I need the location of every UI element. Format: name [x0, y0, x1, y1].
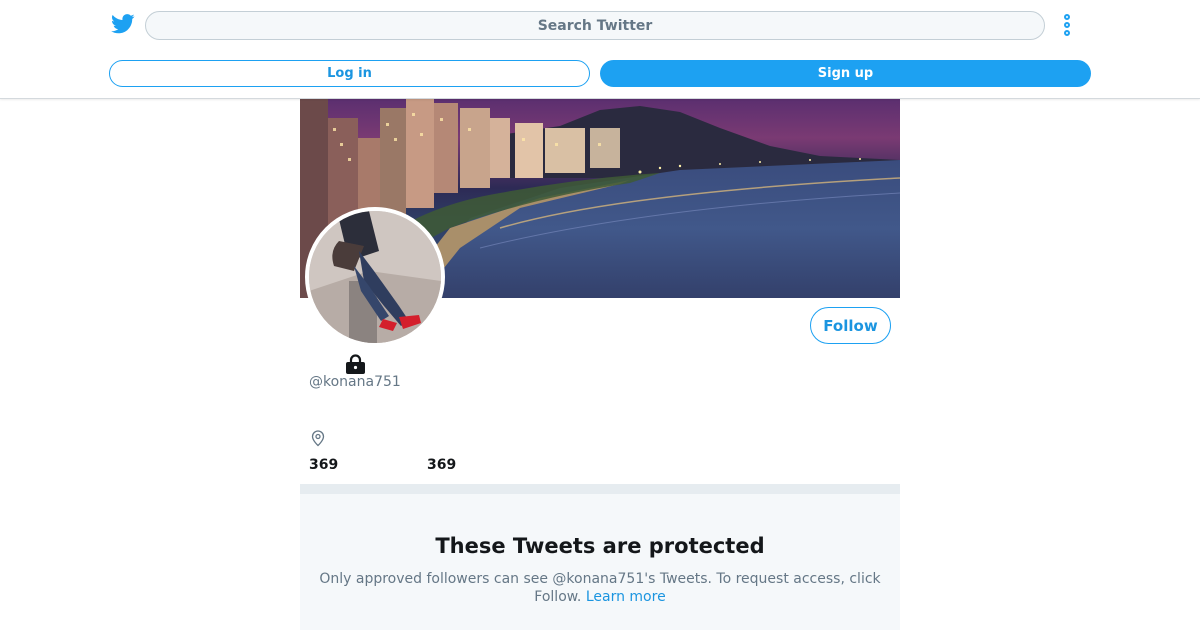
location-pin-icon — [311, 430, 325, 447]
search-input[interactable]: Search Twitter — [145, 11, 1045, 40]
protected-description: Only approved followers can see @konana7… — [310, 570, 890, 606]
profile-handle: @konana751 — [309, 374, 401, 390]
twitter-bird-icon[interactable] — [111, 13, 135, 35]
avatar[interactable] — [305, 207, 445, 347]
more-dot — [1064, 14, 1070, 20]
follow-button[interactable]: Follow — [810, 307, 891, 344]
following-count[interactable]: 369 — [309, 457, 338, 473]
more-dot — [1064, 22, 1070, 28]
followers-count[interactable]: 369 — [427, 457, 456, 473]
signup-button[interactable]: Sign up — [600, 60, 1091, 87]
top-header: Search Twitter Log in Sign up — [0, 0, 1200, 99]
login-button[interactable]: Log in — [109, 60, 590, 87]
section-divider — [300, 484, 900, 494]
lock-icon — [346, 354, 365, 374]
more-dot — [1064, 30, 1070, 36]
protected-title: These Tweets are protected — [435, 534, 765, 558]
avatar-image — [309, 211, 441, 343]
protected-notice: These Tweets are protected Only approved… — [300, 494, 900, 630]
more-vertical-icon[interactable] — [1060, 12, 1074, 38]
learn-more-link[interactable]: Learn more — [586, 589, 666, 605]
